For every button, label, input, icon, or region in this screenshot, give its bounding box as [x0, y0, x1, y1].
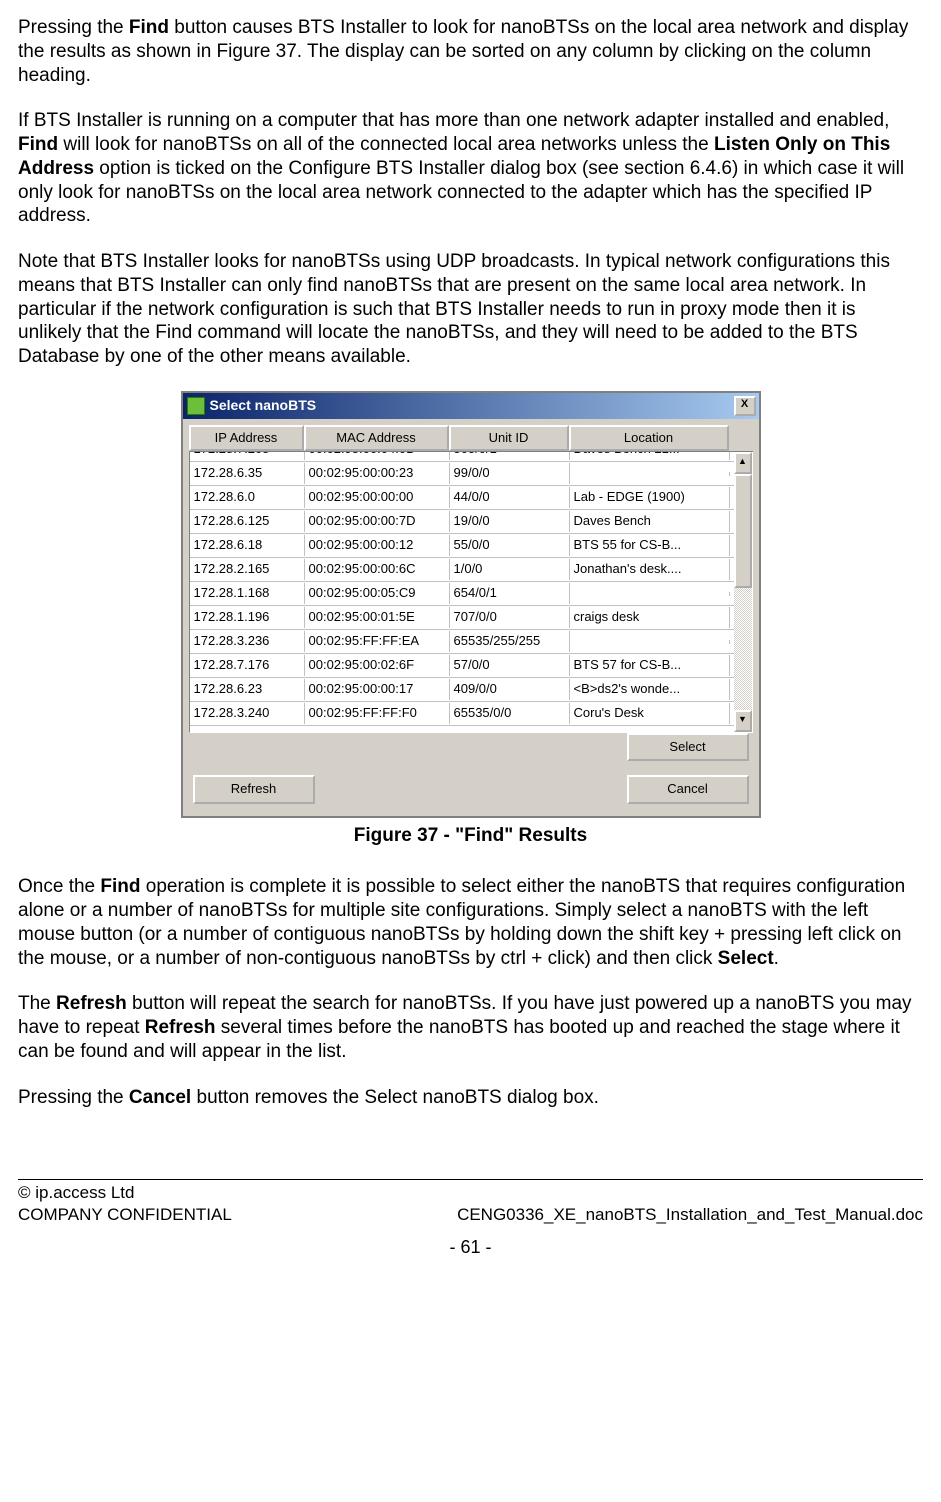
paragraph-4: Once the Find operation is complete it i…	[18, 875, 923, 970]
cell-uid: 99/0/0	[450, 463, 570, 483]
cell-mac: 00:02:95:00:00:6C	[305, 559, 450, 579]
cell-ip: 172.28.3.236	[190, 631, 305, 651]
cell-uid: 55/0/0	[450, 535, 570, 555]
footer: © ip.access Ltd COMPANY CONFIDENTIAL CEN…	[18, 1182, 923, 1260]
select-nanobts-dialog: Select nanoBTS X IP Address MAC Address …	[181, 391, 761, 818]
scroll-track[interactable]	[734, 474, 752, 710]
cell-uid: 707/0/0	[450, 607, 570, 627]
table-row[interactable]: 172.28.3.23600:02:95:FF:FF:EA65535/255/2…	[190, 630, 734, 654]
cell-uid: 44/0/0	[450, 487, 570, 507]
page-number: - 61 -	[18, 1236, 923, 1259]
cell-ip: 172.28.3.240	[190, 703, 305, 723]
table-row[interactable]: 172.28.3.24000:02:95:FF:FF:F065535/0/0Co…	[190, 702, 734, 726]
footer-docname: CENG0336_XE_nanoBTS_Installation_and_Tes…	[457, 1204, 923, 1226]
cancel-button[interactable]: Cancel	[627, 775, 749, 803]
cell-mac: 00:02:95:00:00:7D	[305, 511, 450, 531]
table-row[interactable]: 172.28.6.12500:02:95:00:00:7D19/0/0Daves…	[190, 510, 734, 534]
paragraph-5: The Refresh button will repeat the searc…	[18, 992, 923, 1063]
table-row[interactable]: 172.28.6.000:02:95:00:00:0044/0/0Lab - E…	[190, 486, 734, 510]
cell-mac: 00:02:95:00:01:5E	[305, 607, 450, 627]
cell-uid: 654/0/1	[450, 583, 570, 603]
table-row[interactable]: 172.28.1.19600:02:95:00:01:5E707/0/0crai…	[190, 606, 734, 630]
cell-ip: 172.28.6.0	[190, 487, 305, 507]
dialog-title: Select nanoBTS	[210, 397, 734, 415]
cell-uid: 409/0/0	[450, 679, 570, 699]
cell-ip: 172.28.1.168	[190, 583, 305, 603]
table-row[interactable]: 172.28.6.3500:02:95:00:00:2399/0/0	[190, 462, 734, 486]
scroll-up-button[interactable]: ▲	[734, 452, 752, 474]
dialog-titlebar: Select nanoBTS X	[183, 393, 759, 419]
cell-ip: 172.28.7.208	[190, 452, 305, 460]
table-row[interactable]: 172.28.6.2300:02:95:00:00:17409/0/0<B>ds…	[190, 678, 734, 702]
vertical-scrollbar[interactable]: ▲ ▼	[734, 452, 752, 732]
cell-ip: 172.28.6.125	[190, 511, 305, 531]
cell-loc	[570, 592, 730, 596]
cell-mac: 00:02:95:FF:FF:F0	[305, 703, 450, 723]
cell-uid: 65535/0/0	[450, 703, 570, 723]
cell-ip: 172.28.6.35	[190, 463, 305, 483]
header-loc[interactable]: Location	[569, 425, 729, 451]
cell-loc: <B>ds2's wonde...	[570, 679, 730, 699]
cell-uid: 19/0/0	[450, 511, 570, 531]
cell-ip: 172.28.6.18	[190, 535, 305, 555]
cell-ip: 172.28.2.165	[190, 559, 305, 579]
cell-loc: Jonathan's desk....	[570, 559, 730, 579]
scroll-down-button[interactable]: ▼	[734, 710, 752, 732]
paragraph-3: Note that BTS Installer looks for nanoBT…	[18, 250, 923, 369]
cell-mac: 00:02:95:00:05:C9	[305, 583, 450, 603]
scroll-thumb[interactable]	[734, 474, 752, 588]
cell-mac: 00:02:95:00:00:12	[305, 535, 450, 555]
cell-loc: Daves Bench	[570, 511, 730, 531]
cell-ip: 172.28.6.23	[190, 679, 305, 699]
cell-mac: 00:02:95:00:00:23	[305, 463, 450, 483]
cell-ip: 172.28.1.196	[190, 607, 305, 627]
cell-loc	[570, 472, 730, 476]
cell-loc: Lab - EDGE (1900)	[570, 487, 730, 507]
cell-mac: 00:02:95:00:00:17	[305, 679, 450, 699]
cell-uid: 1/0/0	[450, 559, 570, 579]
cell-loc: BTS 55 for CS-B...	[570, 535, 730, 555]
footer-rule	[18, 1179, 923, 1180]
cell-uid: 505/0/1	[450, 452, 570, 460]
cell-loc: craigs desk	[570, 607, 730, 627]
select-button[interactable]: Select	[627, 733, 749, 761]
cell-loc: Coru's Desk	[570, 703, 730, 723]
paragraph-6: Pressing the Cancel button removes the S…	[18, 1086, 923, 1110]
results-list: 172.28.7.20800:02:95:00:04:0D505/0/1Dave…	[189, 452, 753, 733]
cell-mac: 00:02:95:00:02:6F	[305, 655, 450, 675]
cell-loc	[570, 640, 730, 644]
cell-loc: Daves Bench 21...	[570, 452, 730, 460]
table-row[interactable]: 172.28.7.20800:02:95:00:04:0D505/0/1Dave…	[190, 452, 734, 462]
header-uid[interactable]: Unit ID	[449, 425, 569, 451]
header-ip[interactable]: IP Address	[189, 425, 304, 451]
cell-mac: 00:02:95:FF:FF:EA	[305, 631, 450, 651]
refresh-button[interactable]: Refresh	[193, 775, 315, 803]
table-row[interactable]: 172.28.1.16800:02:95:00:05:C9654/0/1	[190, 582, 734, 606]
footer-copyright: © ip.access Ltd	[18, 1182, 923, 1204]
table-row[interactable]: 172.28.2.16500:02:95:00:00:6C1/0/0Jonath…	[190, 558, 734, 582]
table-row[interactable]: 172.28.6.1800:02:95:00:00:1255/0/0BTS 55…	[190, 534, 734, 558]
cell-uid: 57/0/0	[450, 655, 570, 675]
cell-mac: 00:02:95:00:00:00	[305, 487, 450, 507]
paragraph-2: If BTS Installer is running on a compute…	[18, 109, 923, 228]
figure-caption: Figure 37 - "Find" Results	[18, 824, 923, 848]
cell-uid: 65535/255/255	[450, 631, 570, 651]
cell-ip: 172.28.7.176	[190, 655, 305, 675]
cell-loc: BTS 57 for CS-B...	[570, 655, 730, 675]
footer-confidential: COMPANY CONFIDENTIAL	[18, 1204, 232, 1226]
close-button[interactable]: X	[734, 396, 756, 416]
table-row[interactable]: 172.28.7.17600:02:95:00:02:6F57/0/0BTS 5…	[190, 654, 734, 678]
paragraph-1: Pressing the Find button causes BTS Inst…	[18, 16, 923, 87]
app-icon	[187, 397, 205, 415]
column-headers: IP Address MAC Address Unit ID Location	[189, 425, 753, 452]
header-mac[interactable]: MAC Address	[304, 425, 449, 451]
cell-mac: 00:02:95:00:04:0D	[305, 452, 450, 460]
